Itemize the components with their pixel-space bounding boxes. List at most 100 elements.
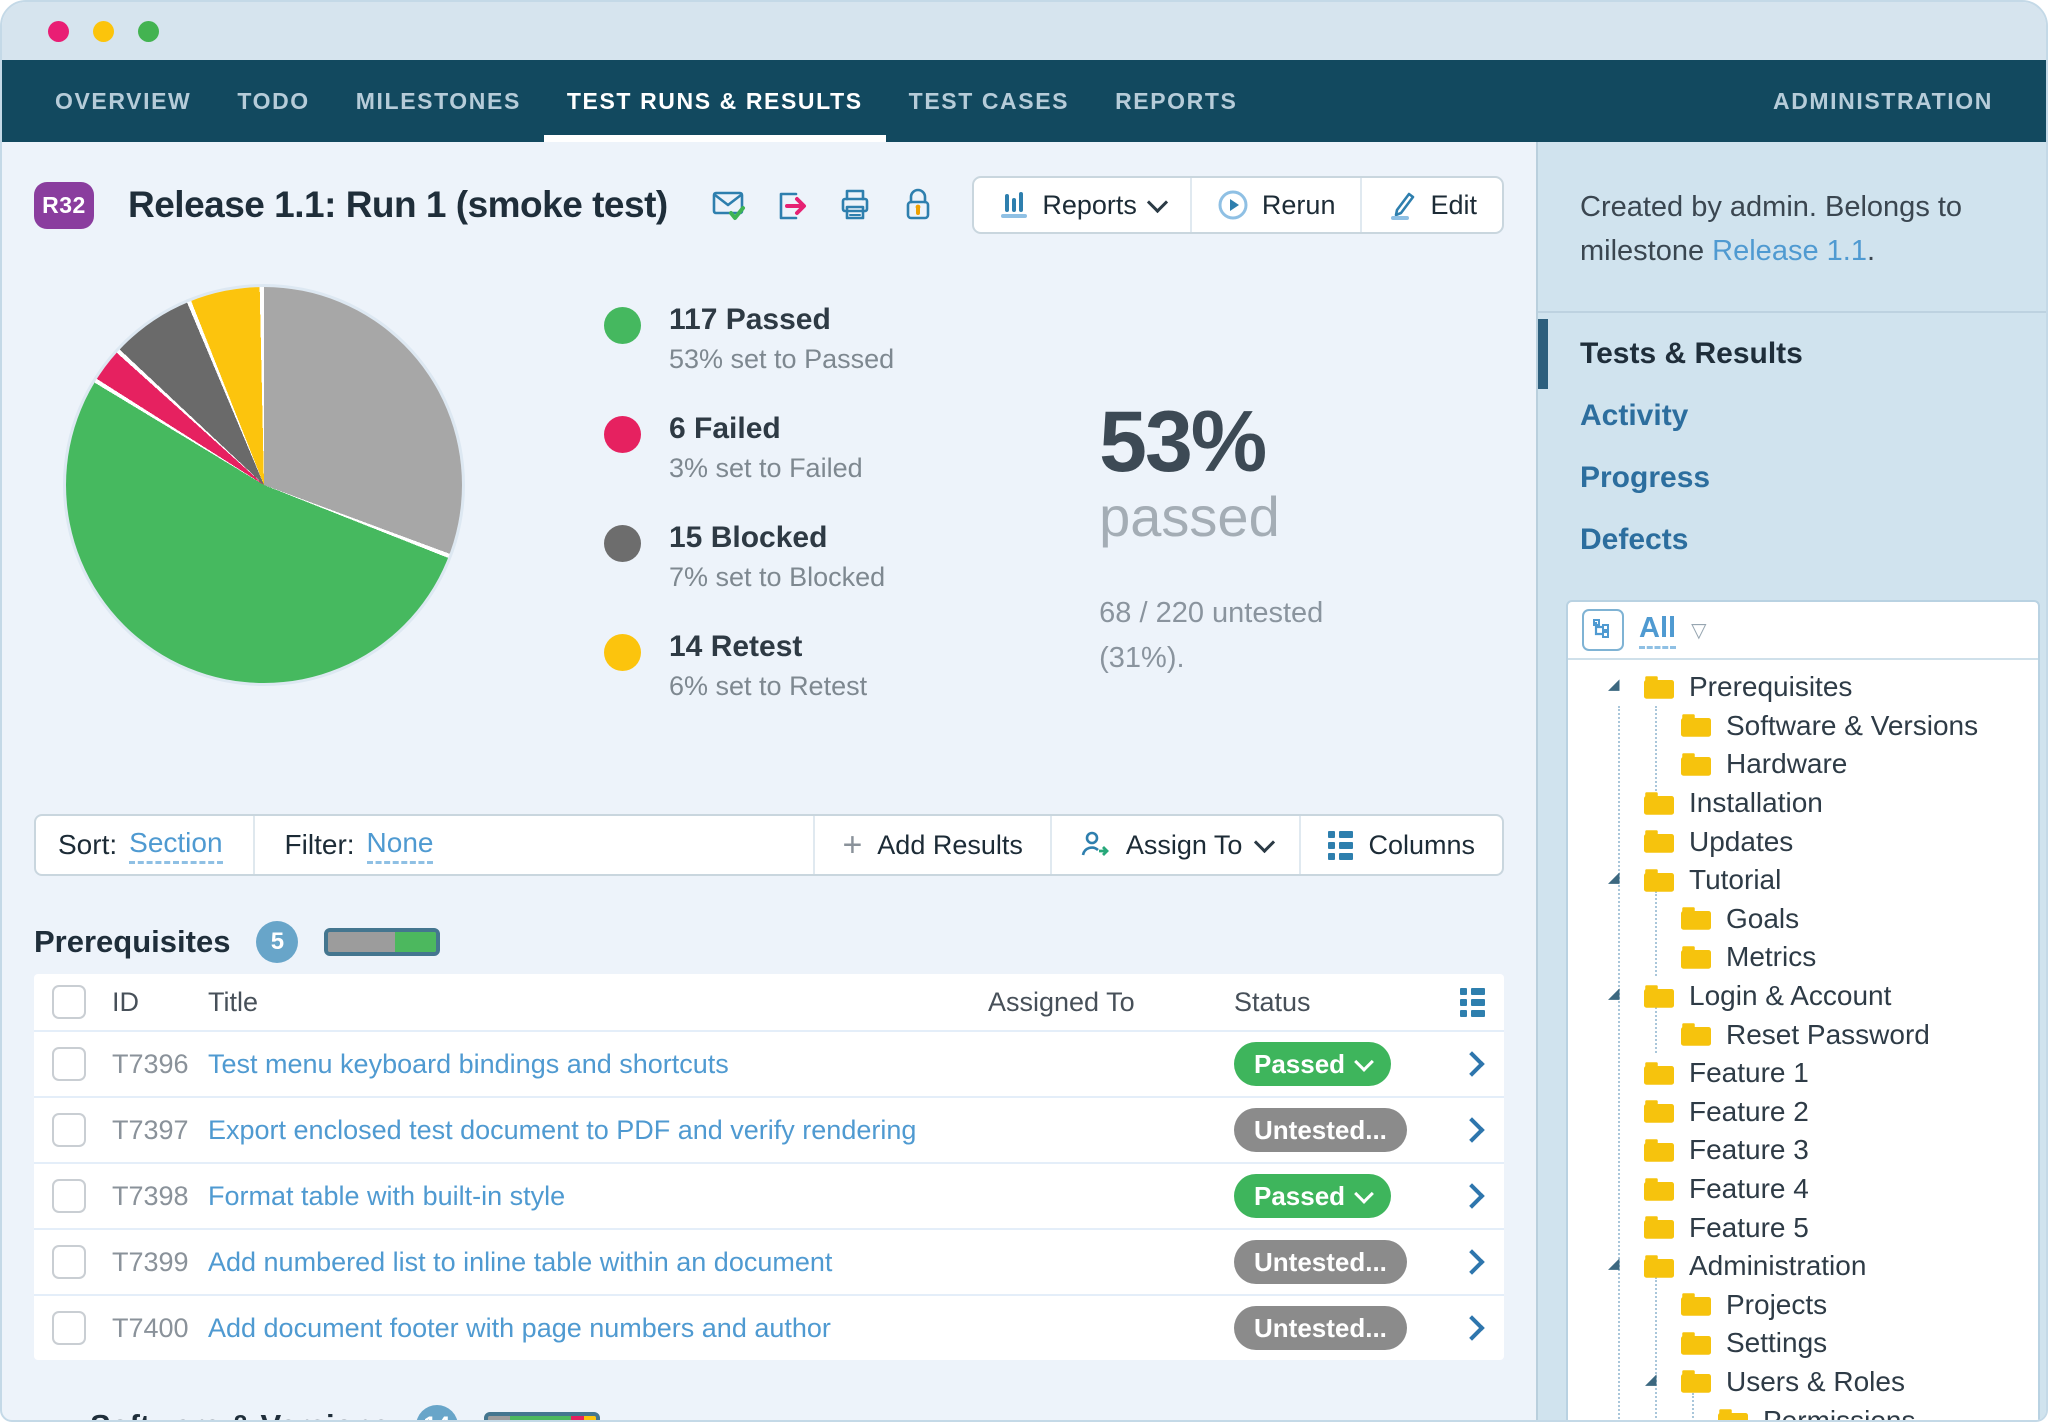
run-buttons: Reports Rerun Edit	[972, 176, 1504, 234]
table-row[interactable]: T7396 Test menu keyboard bindings and sh…	[34, 1030, 1504, 1096]
tree-item-software-versions[interactable]: Software & Versions	[1568, 707, 2038, 746]
lock-icon[interactable]	[900, 187, 936, 223]
tree-item-administration[interactable]: ◢Administration	[1568, 1247, 2038, 1286]
pass-percent-label: passed	[1099, 489, 1349, 545]
tree-item-reset-password[interactable]: Reset Password	[1568, 1015, 2038, 1054]
open-test-chevron[interactable]	[1459, 1183, 1484, 1208]
test-title-link[interactable]: Format table with built-in style	[208, 1181, 988, 1212]
window-minimize-button[interactable]	[93, 21, 114, 42]
row-checkbox[interactable]	[52, 1113, 86, 1147]
created-by-text: Created by admin. Belongs to milestone R…	[1580, 186, 2006, 273]
add-results-button[interactable]: + Add Results	[813, 816, 1049, 874]
columns-button[interactable]: Columns	[1299, 816, 1502, 874]
reports-button[interactable]: Reports	[974, 178, 1190, 232]
collapse-icon[interactable]: ◢	[1608, 1254, 1620, 1272]
tree-item-settings[interactable]: Settings	[1568, 1324, 2038, 1363]
collapse-icon[interactable]: ◢	[1608, 868, 1620, 886]
run-header: R32 Release 1.1: Run 1 (smoke test)	[34, 166, 1504, 244]
test-title-link[interactable]: Export enclosed test document to PDF and…	[208, 1115, 988, 1146]
tree-list: ◢Prerequisites Software & Versions Hardw…	[1568, 660, 2038, 1422]
tree-item-users-roles[interactable]: ◢Users & Roles	[1568, 1363, 2038, 1402]
edit-button[interactable]: Edit	[1360, 178, 1502, 232]
status-dropdown[interactable]: Untested...	[1234, 1306, 1407, 1350]
assign-to-button[interactable]: Assign To	[1050, 816, 1300, 874]
window-zoom-button[interactable]	[138, 21, 159, 42]
tree-item-metrics[interactable]: Metrics	[1568, 938, 2038, 977]
sidebar-item-activity[interactable]: Activity	[1538, 385, 2046, 447]
legend-retest-title: 14 Retest	[669, 630, 867, 664]
milestone-link[interactable]: Release 1.1	[1712, 235, 1867, 267]
status-dropdown[interactable]: Untested...	[1234, 1108, 1407, 1152]
export-icon[interactable]	[774, 187, 810, 223]
sidebar-item-tests-results[interactable]: Tests & Results	[1538, 323, 2046, 385]
open-test-chevron[interactable]	[1459, 1315, 1484, 1340]
tab-test-runs-results[interactable]: TEST RUNS & RESULTS	[544, 60, 886, 142]
row-checkbox[interactable]	[52, 1047, 86, 1081]
tree-item-feature-2[interactable]: Feature 2	[1568, 1093, 2038, 1132]
retest-dot	[604, 634, 641, 671]
legend-blocked: 15 Blocked 7% set to Blocked	[604, 521, 894, 593]
table-row[interactable]: T7399 Add numbered list to inline table …	[34, 1228, 1504, 1294]
row-checkbox[interactable]	[52, 1311, 86, 1345]
test-title-link[interactable]: Add numbered list to inline table within…	[208, 1247, 988, 1278]
open-test-chevron[interactable]	[1459, 1249, 1484, 1274]
sidebar-item-progress[interactable]: Progress	[1538, 447, 2046, 509]
open-test-chevron[interactable]	[1459, 1117, 1484, 1142]
table-header-row: ID Title Assigned To Status	[34, 974, 1504, 1030]
tree-item-hardware[interactable]: Hardware	[1568, 745, 2038, 784]
email-icon[interactable]	[711, 187, 747, 223]
tab-milestones[interactable]: MILESTONES	[333, 60, 544, 142]
test-id: T7397	[112, 1115, 208, 1146]
tree-item-prerequisites[interactable]: ◢Prerequisites	[1568, 668, 2038, 707]
tab-overview[interactable]: OVERVIEW	[32, 60, 214, 142]
tab-administration[interactable]: ADMINISTRATION	[1750, 60, 2016, 142]
table-columns-icon[interactable]	[1440, 988, 1504, 1017]
folder-icon	[1644, 829, 1674, 854]
sidebar-item-defects[interactable]: Defects	[1538, 509, 2046, 571]
rerun-button[interactable]: Rerun	[1190, 178, 1361, 232]
tree-item-login-account[interactable]: ◢Login & Account	[1568, 977, 2038, 1016]
tree-item-installation[interactable]: Installation	[1568, 784, 2038, 823]
tree-item-feature-5[interactable]: Feature 5	[1568, 1208, 2038, 1247]
legend-failed: 6 Failed 3% set to Failed	[604, 412, 894, 484]
test-title-link[interactable]: Add document footer with page numbers an…	[208, 1313, 988, 1344]
folder-icon	[1718, 1408, 1748, 1422]
tree-item-feature-3[interactable]: Feature 3	[1568, 1131, 2038, 1170]
tab-reports[interactable]: REPORTS	[1092, 60, 1260, 142]
row-checkbox[interactable]	[52, 1245, 86, 1279]
test-id: T7399	[112, 1247, 208, 1278]
select-all-checkbox[interactable]	[52, 985, 86, 1019]
tree-item-feature-1[interactable]: Feature 1	[1568, 1054, 2038, 1093]
tree-item-permissions[interactable]: Permissions	[1568, 1401, 2038, 1422]
filter-value-link[interactable]: None	[367, 827, 434, 864]
print-icon[interactable]	[837, 187, 873, 223]
tree-item-feature-4[interactable]: Feature 4	[1568, 1170, 2038, 1209]
row-checkbox[interactable]	[52, 1179, 86, 1213]
pass-percent: 53%	[1099, 399, 1349, 485]
table-row[interactable]: T7400 Add document footer with page numb…	[34, 1294, 1504, 1360]
window-close-button[interactable]	[48, 21, 69, 42]
tree-item-projects[interactable]: Projects	[1568, 1286, 2038, 1325]
test-title-link[interactable]: Test menu keyboard bindings and shortcut…	[208, 1049, 988, 1080]
tree-view-icon[interactable]	[1582, 609, 1624, 651]
legend-failed-title: 6 Failed	[669, 412, 863, 446]
tree-filter-caret-icon[interactable]: ▽	[1691, 618, 1706, 643]
status-dropdown[interactable]: Passed	[1234, 1174, 1391, 1218]
tree-item-updates[interactable]: Updates	[1568, 822, 2038, 861]
collapse-icon[interactable]: ◢	[1608, 984, 1620, 1002]
table-row[interactable]: T7398 Format table with built-in style P…	[34, 1162, 1504, 1228]
status-dropdown[interactable]: Untested...	[1234, 1240, 1407, 1284]
tree-filter-all-link[interactable]: All	[1639, 612, 1676, 649]
tree-item-goals[interactable]: Goals	[1568, 900, 2038, 939]
collapse-icon[interactable]: ◢	[1608, 675, 1620, 693]
collapse-icon[interactable]: ◢	[1645, 1370, 1657, 1388]
folder-icon	[1681, 1331, 1711, 1356]
open-test-chevron[interactable]	[1459, 1051, 1484, 1076]
status-dropdown[interactable]: Passed	[1234, 1042, 1391, 1086]
sort-value-link[interactable]: Section	[129, 827, 222, 864]
main-navbar: OVERVIEW TODO MILESTONES TEST RUNS & RES…	[2, 60, 2046, 142]
tab-test-cases[interactable]: TEST CASES	[886, 60, 1092, 142]
tree-item-tutorial[interactable]: ◢Tutorial	[1568, 861, 2038, 900]
table-row[interactable]: T7397 Export enclosed test document to P…	[34, 1096, 1504, 1162]
tab-todo[interactable]: TODO	[214, 60, 332, 142]
